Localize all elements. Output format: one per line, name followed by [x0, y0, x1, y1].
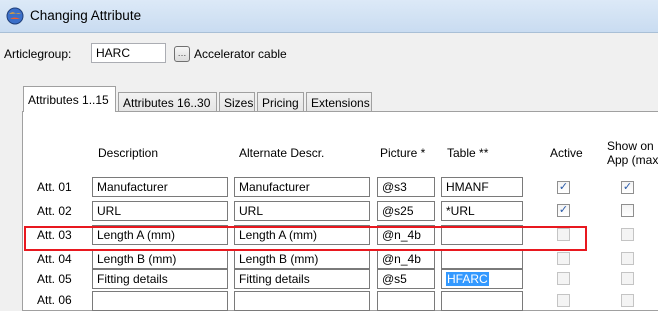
description-input[interactable]: Manufacturer	[92, 177, 228, 197]
table-input[interactable]	[441, 225, 523, 245]
column-header-show-on: Show on	[607, 139, 654, 153]
alternate-description-input[interactable]: Manufacturer	[234, 177, 370, 197]
column-header-active: Active	[550, 146, 583, 160]
lookup-ellipsis-icon[interactable]: …	[174, 46, 190, 62]
active-checkbox[interactable]	[557, 272, 570, 285]
column-header-description: Description	[98, 146, 159, 160]
selected-text: HFARC	[446, 272, 489, 286]
articlegroup-label: Articlegroup:	[4, 47, 72, 61]
show-on-app-checkbox[interactable]	[621, 228, 634, 241]
picture-input[interactable]: @s25	[377, 201, 435, 221]
show-on-app-checkbox[interactable]: ✓	[621, 181, 634, 194]
articlegroup-description: Accelerator cable	[194, 47, 287, 61]
checkmark-icon: ✓	[558, 181, 569, 193]
active-checkbox[interactable]	[557, 228, 570, 241]
column-header-picture: Picture *	[380, 146, 426, 160]
table-input[interactable]: HMANF	[441, 177, 523, 197]
alternate-description-input[interactable]	[234, 291, 370, 311]
show-on-app-checkbox[interactable]	[621, 252, 634, 265]
show-on-app-checkbox[interactable]	[621, 204, 634, 217]
description-input[interactable]	[92, 291, 228, 311]
row-label: Att. 02	[37, 204, 72, 218]
checkmark-icon: ✓	[558, 204, 569, 216]
description-input[interactable]: Fitting details	[92, 269, 228, 289]
articlegroup-input[interactable]: HARC	[91, 43, 166, 63]
app-globe-icon	[6, 7, 24, 25]
picture-input[interactable]	[377, 291, 435, 311]
table-input[interactable]: *URL	[441, 201, 523, 221]
row-label: Att. 04	[37, 252, 72, 266]
column-header-alternate: Alternate Descr.	[239, 146, 325, 160]
row-label: Att. 01	[37, 180, 72, 194]
picture-input[interactable]: @n_4b	[377, 249, 435, 269]
alternate-description-input[interactable]: Length B (mm)	[234, 249, 370, 269]
description-input[interactable]: URL	[92, 201, 228, 221]
table-input[interactable]: HFARC	[441, 269, 523, 289]
picture-input[interactable]: @s3	[377, 177, 435, 197]
column-header-show-on-app: App (max 4	[607, 153, 658, 167]
description-input[interactable]: Length B (mm)	[92, 249, 228, 269]
description-input[interactable]: Length A (mm)	[92, 225, 228, 245]
tab-attributes-1-15[interactable]: Attributes 1..15	[23, 86, 116, 112]
row-label: Att. 06	[37, 293, 72, 307]
table-input[interactable]	[441, 249, 523, 269]
picture-input[interactable]: @s5	[377, 269, 435, 289]
row-label: Att. 05	[37, 272, 72, 286]
picture-input[interactable]: @n_4b	[377, 225, 435, 245]
active-checkbox[interactable]: ✓	[557, 204, 570, 217]
row-label: Att. 03	[37, 228, 72, 242]
active-checkbox[interactable]	[557, 252, 570, 265]
title-bar: Changing Attribute	[0, 0, 658, 33]
column-header-table: Table **	[447, 146, 489, 160]
alternate-description-input[interactable]: Length A (mm)	[234, 225, 370, 245]
table-input[interactable]	[441, 291, 523, 311]
window-title: Changing Attribute	[30, 8, 142, 23]
show-on-app-checkbox[interactable]	[621, 272, 634, 285]
checkmark-icon: ✓	[622, 181, 633, 193]
alternate-description-input[interactable]: URL	[234, 201, 370, 221]
alternate-description-input[interactable]: Fitting details	[234, 269, 370, 289]
active-checkbox[interactable]: ✓	[557, 181, 570, 194]
